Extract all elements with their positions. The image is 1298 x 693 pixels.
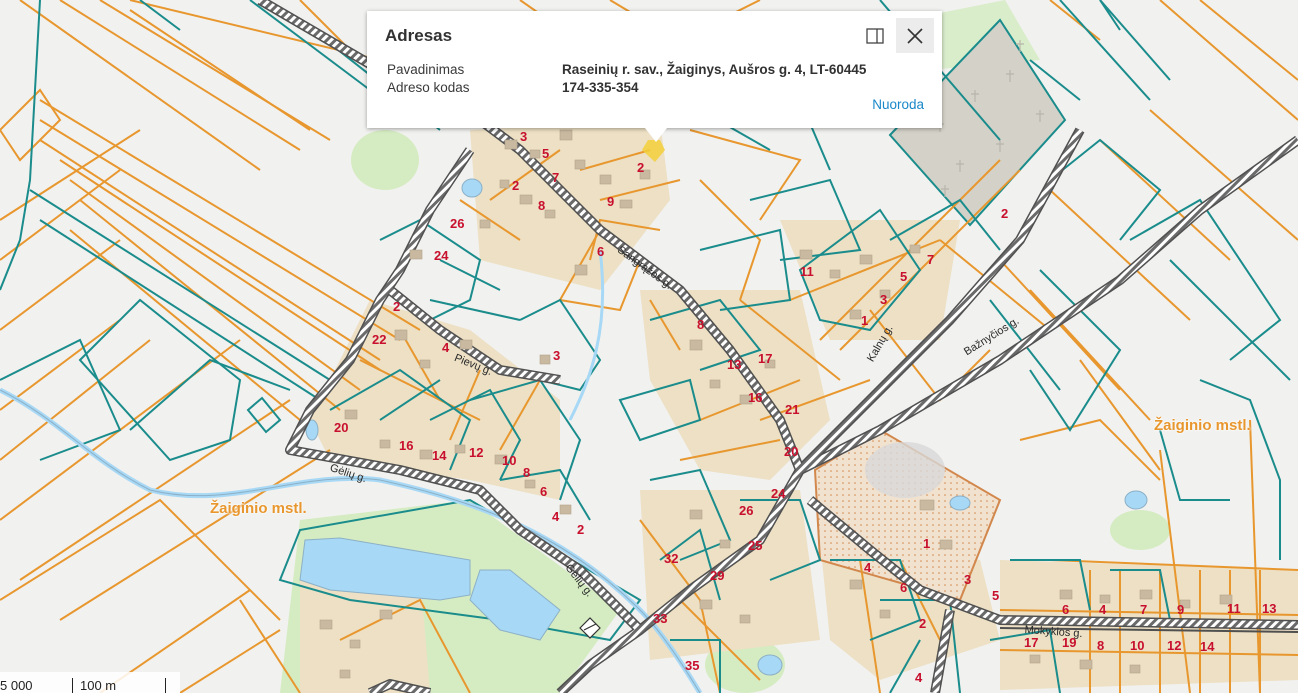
house-number: 2 (393, 299, 401, 314)
house-number: 6 (597, 244, 605, 259)
house-number: 3 (520, 129, 528, 144)
house-number: 25 (748, 538, 763, 553)
house-number: 2 (577, 522, 585, 537)
house-number: 1 (923, 536, 931, 551)
house-number: 6 (540, 484, 548, 499)
house-number: 26 (739, 503, 754, 518)
scale-tick (72, 678, 73, 693)
house-number: 5 (900, 269, 908, 284)
house-number: 2 (1001, 206, 1009, 221)
house-number: 2 (637, 160, 645, 175)
house-number: 3 (553, 348, 561, 363)
popup-title: Adresas (385, 26, 453, 45)
house-number: 8 (538, 198, 546, 213)
house-number: 8 (697, 317, 705, 332)
house-number: 10 (1130, 638, 1145, 653)
house-number: 21 (785, 402, 800, 417)
house-number: 26 (450, 216, 465, 231)
house-number: 4 (552, 509, 560, 524)
name-label: Pavadinimas (387, 62, 465, 77)
house-number: 16 (748, 390, 763, 405)
house-number: 8 (523, 465, 531, 480)
house-number: 3 (964, 572, 972, 587)
house-number: 24 (771, 486, 786, 501)
house-number: 14 (432, 448, 447, 463)
link-nuoroda[interactable]: Nuoroda (872, 97, 924, 112)
house-number: 4 (442, 340, 450, 355)
scale-ratio: 5 000 (0, 678, 33, 693)
house-number: 2 (512, 178, 520, 193)
address-popup: Adresas Pavadinimas Raseinių r. sav., Ža… (367, 11, 942, 142)
house-number: 2 (919, 616, 927, 631)
house-number: 8 (1097, 638, 1105, 653)
house-number: 12 (469, 445, 484, 460)
house-number: 4 (864, 560, 872, 575)
area-label: Žaiginio mstl. (1154, 417, 1251, 434)
house-number: 4 (1099, 602, 1107, 617)
house-number: 20 (784, 444, 799, 459)
house-number: 35 (685, 658, 700, 673)
house-number: 5 (992, 588, 1000, 603)
scale-distance: 100 m (80, 678, 117, 693)
house-number: 22 (372, 332, 387, 347)
house-number: 33 (653, 611, 668, 626)
house-number: 17 (1024, 635, 1039, 650)
house-number: 1 (861, 313, 869, 328)
close-button[interactable] (896, 18, 934, 53)
scale-bar: 5 000 100 m (0, 672, 180, 693)
close-icon (907, 28, 923, 44)
house-number: 9 (607, 194, 615, 209)
scale-tick (165, 678, 166, 693)
house-number: 10 (502, 453, 517, 468)
house-number: 17 (758, 351, 773, 366)
house-number: 3 (880, 292, 888, 307)
house-number: 11 (1227, 601, 1241, 616)
house-number: 11 (800, 264, 814, 279)
house-number: 7 (552, 170, 560, 185)
house-number: 5 (542, 146, 550, 161)
house-number: 32 (664, 551, 679, 566)
house-number: 7 (1140, 602, 1148, 617)
house-number: 13 (727, 357, 742, 372)
house-number: 4 (915, 670, 923, 685)
name-value: Raseinių r. sav., Žaiginys, Aušros g. 4,… (562, 62, 867, 77)
house-number: 16 (399, 438, 414, 453)
house-number: 6 (900, 580, 908, 595)
house-number: 7 (927, 252, 935, 267)
code-label: Adreso kodas (387, 80, 470, 95)
house-number: 9 (1177, 602, 1185, 617)
house-number: 13 (1262, 601, 1277, 616)
house-number: 6 (1062, 602, 1070, 617)
house-number: 29 (710, 568, 725, 583)
house-number: 14 (1200, 639, 1215, 654)
house-number: 20 (334, 420, 349, 435)
house-number: 24 (434, 248, 449, 263)
house-number: 12 (1167, 638, 1182, 653)
code-value: 174-335-354 (562, 80, 639, 95)
area-label: Žaiginio mstl. (210, 500, 307, 517)
dock-icon[interactable] (864, 25, 886, 47)
